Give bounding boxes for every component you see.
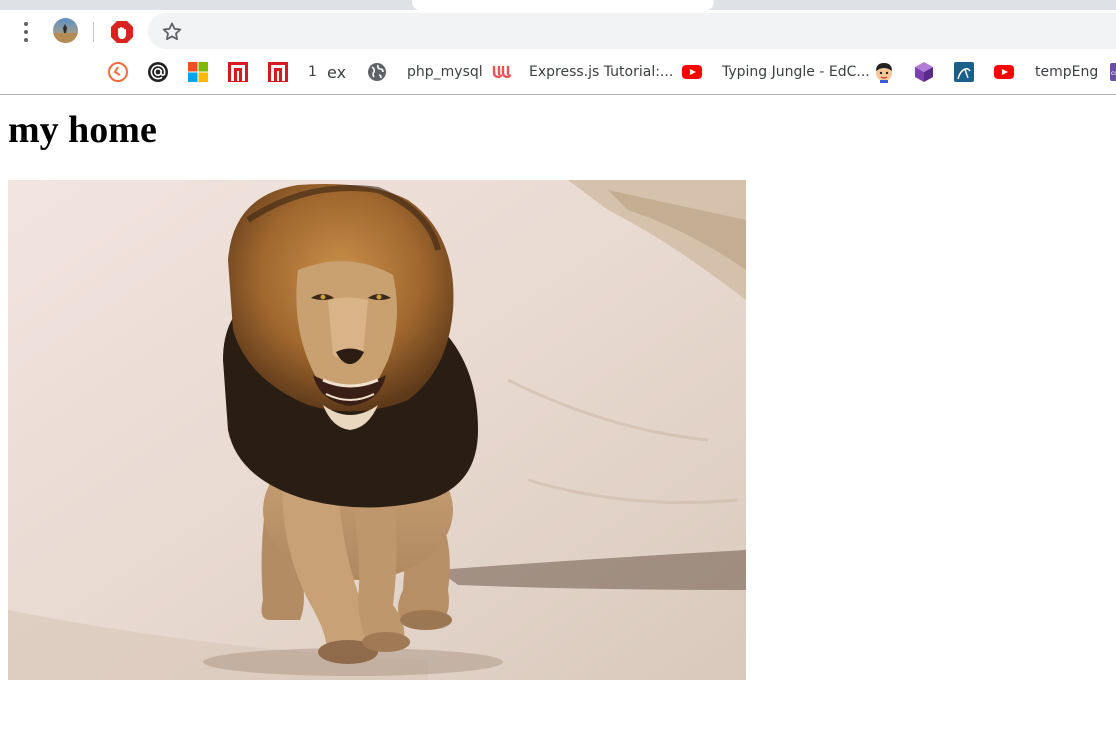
address-bar[interactable]: [148, 13, 1116, 49]
bookmark-at[interactable]: [147, 54, 169, 90]
bookmark-label: tempEng: [1035, 64, 1099, 80]
bookmark-label: Typing Jungle - EdC...: [722, 64, 870, 80]
active-tab[interactable]: [412, 0, 714, 10]
colorful-icon: colo: [1108, 61, 1116, 83]
youtube-icon: [993, 61, 1015, 83]
bookmark-label: Express.js Tutorial:...: [529, 64, 674, 80]
cube-icon: [913, 61, 935, 83]
adblock-extension-icon[interactable]: [110, 20, 134, 44]
bookmark-red-n-2[interactable]: [267, 54, 289, 90]
youtube-icon: [681, 61, 703, 83]
bookmark-clockify[interactable]: [107, 54, 129, 90]
bookmark-cartoon[interactable]: [872, 54, 896, 90]
bookmark-mysql[interactable]: [953, 54, 975, 90]
microsoft-icon: [187, 61, 209, 83]
lion-image: [8, 180, 746, 680]
page-heading: my home: [8, 109, 157, 151]
bookmark-typing-jungle[interactable]: Typing Jungle - EdC...: [722, 54, 870, 90]
bookmarks-bar: 1 ex php_mysql Express.js Tutorial:... T…: [0, 54, 1116, 95]
at-sign-icon: [147, 61, 169, 83]
bookmark-label: php_mysql: [407, 64, 483, 80]
svg-text:colo: colo: [1111, 70, 1116, 77]
tab-strip: [0, 0, 1116, 10]
udemy-icon: [490, 61, 512, 83]
bookmark-label: 1: [308, 64, 317, 80]
profile-avatar[interactable]: [53, 18, 78, 43]
inactive-tab[interactable]: [0, 0, 412, 8]
bookmark-youtube-2[interactable]: [993, 54, 1015, 90]
bookmark-youtube-1[interactable]: [681, 54, 703, 90]
menu-dots-icon[interactable]: [17, 22, 35, 42]
bookmark-cube[interactable]: [913, 54, 935, 90]
bookmark-star-icon[interactable]: [160, 20, 184, 44]
mysql-icon: [953, 61, 975, 83]
bookmark-tempeng[interactable]: tempEng colo: [1035, 54, 1116, 90]
bookmark-label: ex: [327, 62, 347, 82]
page-content: my home: [0, 95, 1116, 749]
bookmark-red-n-1[interactable]: [227, 54, 249, 90]
clockify-icon: [107, 61, 129, 83]
cartoon-face-icon: [872, 60, 896, 84]
red-n-icon: [227, 61, 249, 83]
red-n-icon: [267, 61, 289, 83]
globe-icon: [367, 62, 387, 82]
bookmark-php-mysql[interactable]: php_mysql: [367, 54, 483, 90]
toolbar-separator: [93, 22, 94, 42]
bookmark-folder-ex[interactable]: ex: [327, 54, 346, 90]
inactive-tab[interactable]: [714, 0, 1116, 8]
bookmark-folder-1[interactable]: 1: [308, 54, 317, 90]
bookmark-microsoft[interactable]: [187, 54, 209, 90]
browser-toolbar: [0, 10, 1116, 54]
bookmark-express-tutorial[interactable]: Express.js Tutorial:...: [490, 54, 673, 90]
lion-photo: [8, 180, 746, 680]
